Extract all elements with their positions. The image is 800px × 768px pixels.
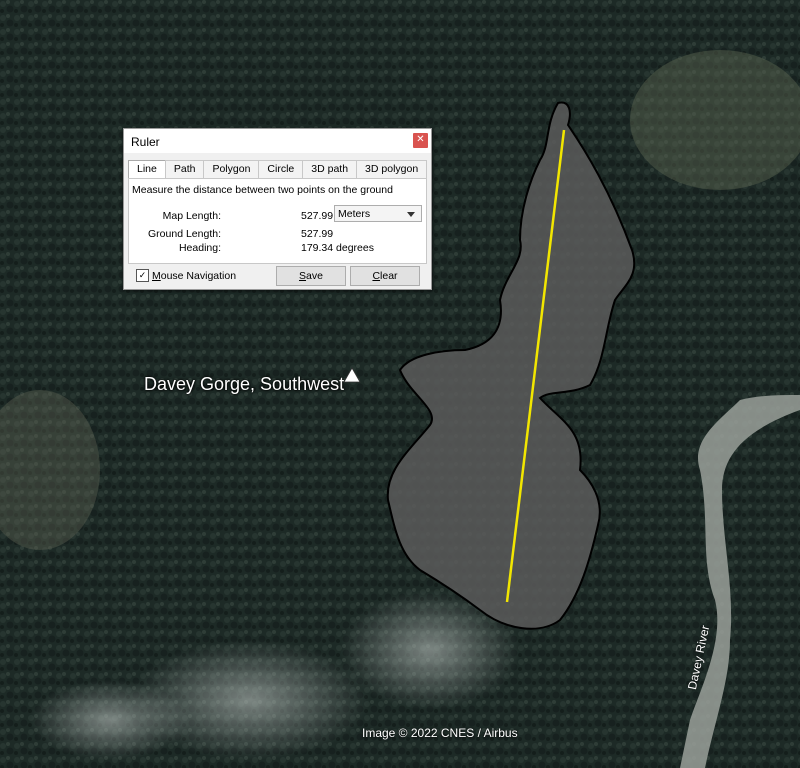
ruler-description: Measure the distance between two points … <box>132 184 393 196</box>
heading-value: 179.34 degrees <box>301 242 374 254</box>
units-selected-value: Meters <box>338 208 371 220</box>
imagery-attribution: Image © 2022 CNES / Airbus <box>362 726 518 740</box>
ruler-tabs: Line Path Polygon Circle 3D path 3D poly… <box>128 160 428 179</box>
tab-line[interactable]: Line <box>128 160 166 179</box>
ruler-dialog: Ruler ✕ Line Path Polygon Circle 3D path… <box>123 128 432 290</box>
mouse-navigation-checkbox[interactable]: ✓ <box>136 269 149 282</box>
map-length-label: Map Length: <box>162 210 221 222</box>
tab-circle[interactable]: Circle <box>258 160 304 178</box>
satellite-map[interactable] <box>0 0 800 768</box>
chevron-down-icon <box>407 212 415 217</box>
close-icon[interactable]: ✕ <box>413 133 428 148</box>
tab-polygon[interactable]: Polygon <box>203 160 260 178</box>
tab-3d-polygon[interactable]: 3D polygon <box>356 160 428 178</box>
mouse-navigation-label[interactable]: Mouse Navigation <box>152 270 236 282</box>
dialog-titlebar[interactable]: Ruler ✕ <box>124 129 431 153</box>
tab-3d-path[interactable]: 3D path <box>302 160 358 178</box>
save-button[interactable]: Save <box>276 266 346 286</box>
line-tab-panel: Measure the distance between two points … <box>128 178 427 264</box>
place-label[interactable]: Davey Gorge, Southwest <box>144 374 344 395</box>
clear-button[interactable]: Clear <box>350 266 420 286</box>
units-dropdown[interactable]: Meters <box>334 205 422 222</box>
tab-path[interactable]: Path <box>164 160 205 178</box>
map-length-value: 527.99 <box>301 210 334 222</box>
heading-label: Heading: <box>178 242 221 254</box>
place-marker-icon[interactable] <box>343 367 361 383</box>
ground-length-label: Ground Length: <box>148 228 221 240</box>
ground-length-value: 527.99 <box>301 228 334 240</box>
dialog-title: Ruler <box>131 135 160 149</box>
